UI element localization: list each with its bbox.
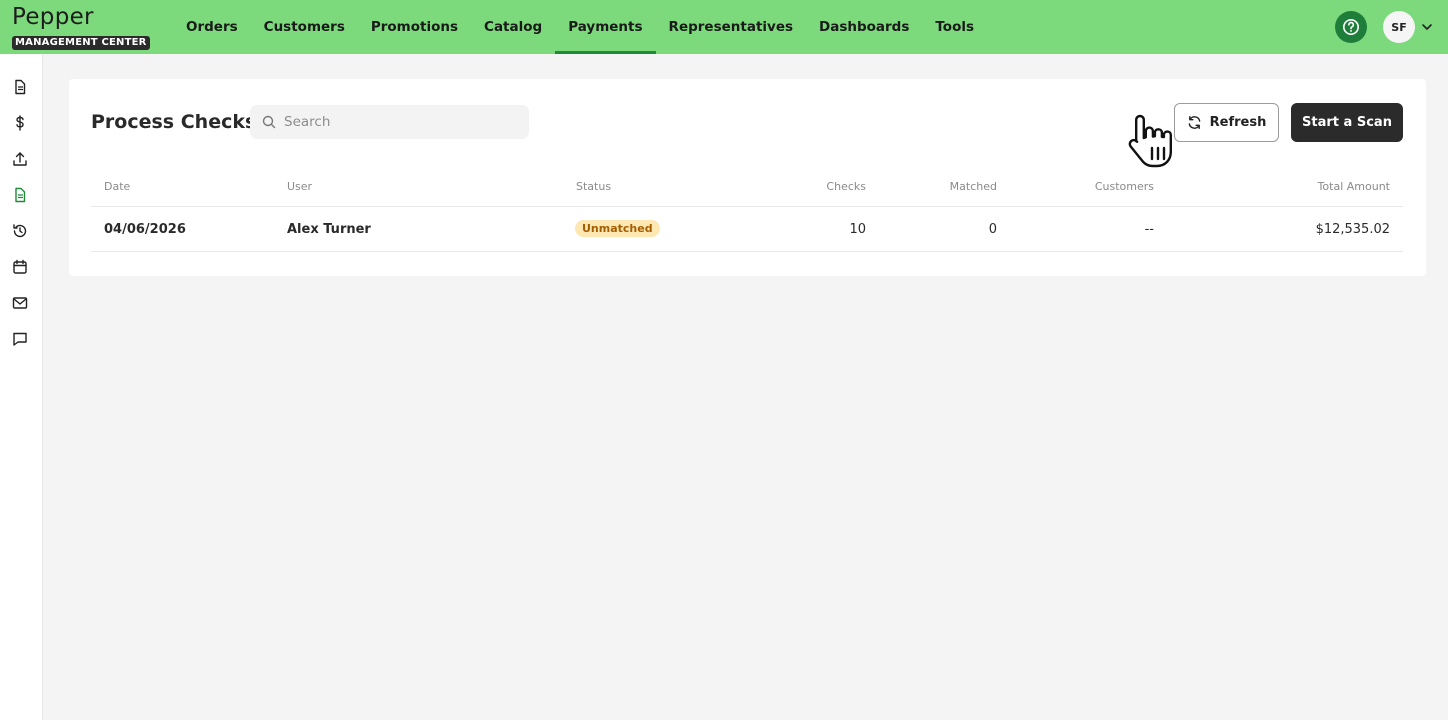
main-nav: Orders Customers Promotions Catalog Paym… <box>173 0 987 54</box>
dollar-icon[interactable] <box>11 114 29 132</box>
refresh-button[interactable]: Refresh <box>1174 103 1279 142</box>
cell-customers: -- <box>1144 222 1154 237</box>
top-navigation-bar: Pepper MANAGEMENT CENTER Orders Customer… <box>0 0 1448 54</box>
cell-total-amount: $12,535.02 <box>1315 222 1390 237</box>
nav-orders[interactable]: Orders <box>173 0 251 54</box>
column-header-status[interactable]: Status <box>576 180 611 193</box>
nav-dashboards[interactable]: Dashboards <box>806 0 922 54</box>
side-rail <box>0 54 43 720</box>
nav-promotions[interactable]: Promotions <box>358 0 471 54</box>
nav-representatives[interactable]: Representatives <box>656 0 806 54</box>
hand-pointer-cursor-icon <box>1128 114 1172 168</box>
check-document-icon[interactable] <box>11 186 29 204</box>
column-header-matched[interactable]: Matched <box>950 180 997 193</box>
nav-payments[interactable]: Payments <box>555 0 656 54</box>
help-button[interactable] <box>1335 11 1367 43</box>
refresh-label: Refresh <box>1209 115 1267 130</box>
chevron-down-icon[interactable] <box>1420 20 1434 34</box>
user-avatar[interactable]: SF <box>1383 11 1415 43</box>
nav-tools[interactable]: Tools <box>922 0 987 54</box>
page-title: Process Checks <box>91 111 257 133</box>
chat-icon[interactable] <box>11 330 29 348</box>
help-icon <box>1342 18 1360 36</box>
mail-icon[interactable] <box>11 294 29 312</box>
history-icon[interactable] <box>11 222 29 240</box>
upload-icon[interactable] <box>11 150 29 168</box>
column-header-user[interactable]: User <box>287 180 312 193</box>
cell-date: 04/06/2026 <box>104 222 186 237</box>
document-icon[interactable] <box>11 78 29 96</box>
search-icon <box>262 115 276 129</box>
column-header-total-amount[interactable]: Total Amount <box>1318 180 1390 193</box>
cell-checks: 10 <box>849 222 866 237</box>
cell-matched: 0 <box>988 222 997 237</box>
row-divider <box>91 251 1403 252</box>
nav-catalog[interactable]: Catalog <box>471 0 555 54</box>
brand-name: Pepper <box>12 4 94 30</box>
brand-subtitle: MANAGEMENT CENTER <box>12 36 150 50</box>
process-checks-card: Process Checks Refresh Start a Scan Date… <box>69 79 1426 276</box>
search-input[interactable] <box>284 105 514 139</box>
status-badge: Unmatched <box>575 220 660 237</box>
brand-logo[interactable]: Pepper MANAGEMENT CENTER <box>12 4 152 50</box>
calendar-icon[interactable] <box>11 258 29 276</box>
start-scan-button[interactable]: Start a Scan <box>1291 103 1403 142</box>
column-header-date[interactable]: Date <box>104 180 130 193</box>
column-header-checks[interactable]: Checks <box>826 180 866 193</box>
cell-user: Alex Turner <box>287 222 371 237</box>
refresh-icon <box>1188 115 1200 130</box>
column-header-customers[interactable]: Customers <box>1095 180 1154 193</box>
nav-customers[interactable]: Customers <box>251 0 358 54</box>
header-divider <box>91 206 1403 207</box>
search-box[interactable] <box>250 105 529 139</box>
